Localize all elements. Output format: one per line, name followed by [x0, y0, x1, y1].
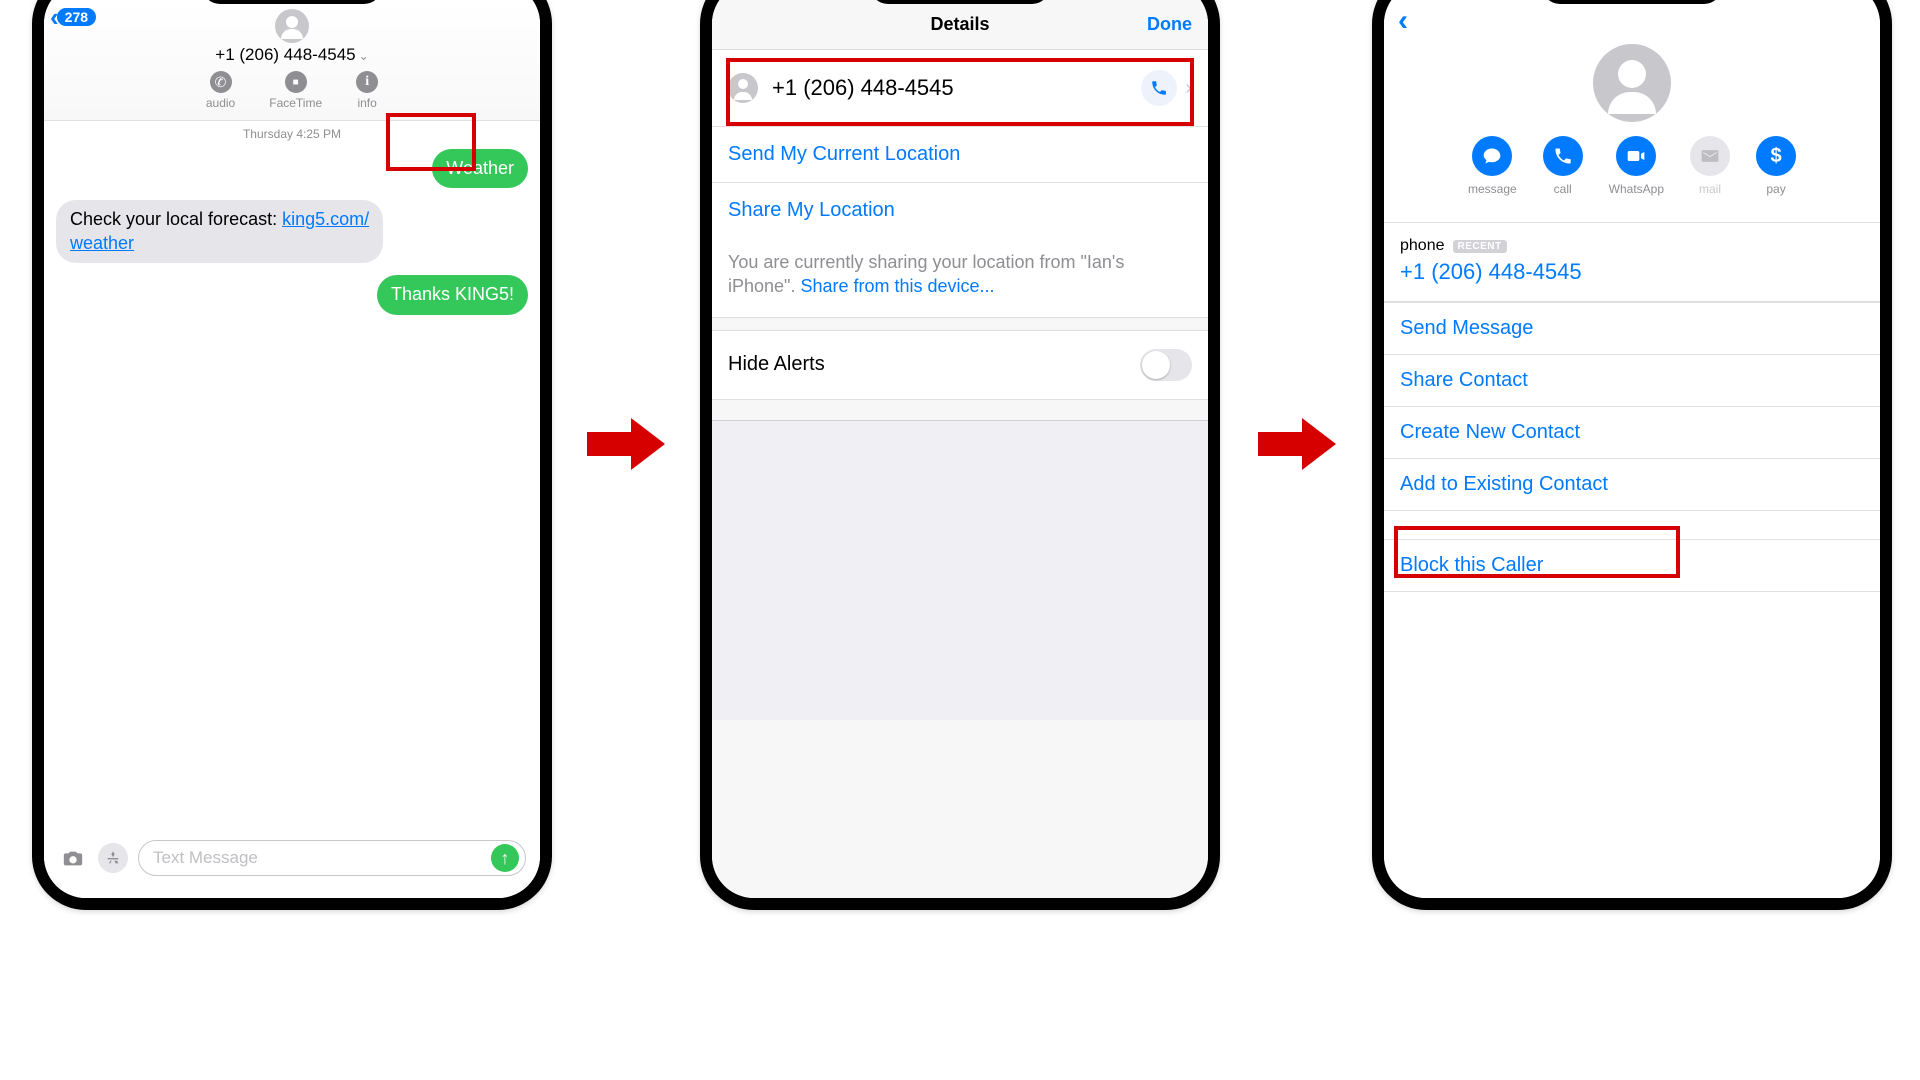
share-contact-button[interactable]: Share Contact: [1384, 355, 1880, 407]
info-button[interactable]: info: [356, 71, 378, 110]
camera-button[interactable]: [58, 845, 88, 871]
info-icon: [356, 71, 378, 93]
arrow-1-icon: [587, 418, 665, 470]
phone-1: ▪▪ AT&T Wi-Fi 8:48 AM ‹ 278 +1 (206) 448…: [32, 0, 552, 910]
contact-title[interactable]: +1 (206) 448-4545 ⌄: [52, 45, 532, 65]
back-button[interactable]: ‹: [1398, 4, 1866, 38]
send-message-button[interactable]: Send Message: [1384, 302, 1880, 355]
block-caller-button[interactable]: Block this Caller: [1384, 539, 1880, 592]
notch-icon: [870, 0, 1050, 4]
date-separator: Thursday 4:25 PM: [44, 121, 540, 143]
share-location-button[interactable]: Share My Location: [712, 183, 1208, 238]
contact-row[interactable]: +1 (206) 448-4545 ›: [712, 50, 1208, 127]
audio-label: audio: [206, 96, 235, 110]
facetime-button[interactable]: FaceTime: [269, 71, 322, 110]
hide-alerts-toggle[interactable]: [1140, 349, 1192, 381]
message-text: Check your local forecast:: [70, 209, 282, 229]
share-from-device-link[interactable]: Share from this device...: [800, 276, 994, 296]
empty-area: [712, 420, 1208, 720]
facetime-label: FaceTime: [269, 96, 322, 110]
whatsapp-label: WhatsApp: [1609, 182, 1664, 196]
call-action-button[interactable]: call: [1543, 136, 1583, 196]
dollar-icon: $: [1756, 136, 1796, 176]
nav-bar: Details Done: [712, 0, 1208, 50]
chevron-right-icon: ›: [1185, 77, 1192, 100]
recent-badge: RECENT: [1453, 240, 1507, 253]
phone-2: Details Done +1 (206) 448-4545 › Send My…: [700, 0, 1220, 910]
send-location-button[interactable]: Send My Current Location: [712, 127, 1208, 183]
sharing-note: You are currently sharing your location …: [712, 238, 1208, 318]
contact-avatar-icon[interactable]: [275, 9, 309, 43]
audio-call-button[interactable]: audio: [206, 71, 235, 110]
call-label: call: [1554, 182, 1572, 196]
message-placeholder: Text Message: [153, 848, 491, 868]
pay-label: pay: [1766, 182, 1785, 196]
chevron-down-icon: ⌄: [359, 49, 369, 63]
contact-phone-label: +1 (206) 448-4545: [215, 45, 355, 64]
whatsapp-action-button[interactable]: WhatsApp: [1609, 136, 1664, 196]
phone-field-label: phone: [1400, 237, 1445, 255]
contact-phone-label: +1 (206) 448-4545: [772, 75, 1141, 101]
arrow-up-icon: ↑: [501, 848, 510, 869]
info-label: info: [357, 96, 376, 110]
message-received[interactable]: Check your local forecast: king5.com/wea…: [56, 200, 383, 263]
unread-count-badge: 278: [57, 8, 96, 26]
page-title: Details: [728, 14, 1192, 35]
mail-icon: [1690, 136, 1730, 176]
video-icon: [285, 71, 307, 93]
chevron-left-icon: ‹: [1398, 4, 1408, 37]
phone-3: ‹ message call: [1372, 0, 1892, 910]
message-label: message: [1468, 182, 1517, 196]
call-button[interactable]: [1141, 70, 1177, 106]
phone-icon: [210, 71, 232, 93]
hide-alerts-label: Hide Alerts: [728, 353, 825, 376]
send-button[interactable]: ↑: [491, 844, 519, 872]
video-icon: [1616, 136, 1656, 176]
done-button[interactable]: Done: [1147, 14, 1192, 35]
app-store-button[interactable]: [98, 843, 128, 873]
phone-icon: [1543, 136, 1583, 176]
phone-field[interactable]: phone RECENT +1 (206) 448-4545: [1384, 222, 1880, 302]
message-action-button[interactable]: message: [1468, 136, 1517, 196]
mail-label: mail: [1699, 182, 1721, 196]
back-button[interactable]: ‹ 278: [50, 7, 96, 27]
notch-icon: [1542, 0, 1722, 4]
composer: Text Message ↑: [44, 830, 540, 898]
hide-alerts-row: Hide Alerts: [712, 330, 1208, 400]
notch-icon: [202, 0, 382, 4]
message-sent[interactable]: Thanks KING5!: [377, 275, 528, 314]
message-icon: [1472, 136, 1512, 176]
message-sent[interactable]: Weather: [432, 149, 528, 188]
contact-avatar-icon: [1593, 44, 1671, 122]
add-existing-contact-button[interactable]: Add to Existing Contact: [1384, 459, 1880, 511]
contact-avatar-icon: [728, 73, 758, 103]
message-thread[interactable]: Weather Check your local forecast: king5…: [44, 143, 540, 321]
arrow-2-icon: [1258, 418, 1336, 470]
mail-action-button: mail: [1690, 136, 1730, 196]
message-input[interactable]: Text Message ↑: [138, 840, 526, 876]
pay-action-button[interactable]: $ pay: [1756, 136, 1796, 196]
phone-number-value: +1 (206) 448-4545: [1400, 259, 1864, 285]
create-new-contact-button[interactable]: Create New Contact: [1384, 407, 1880, 459]
